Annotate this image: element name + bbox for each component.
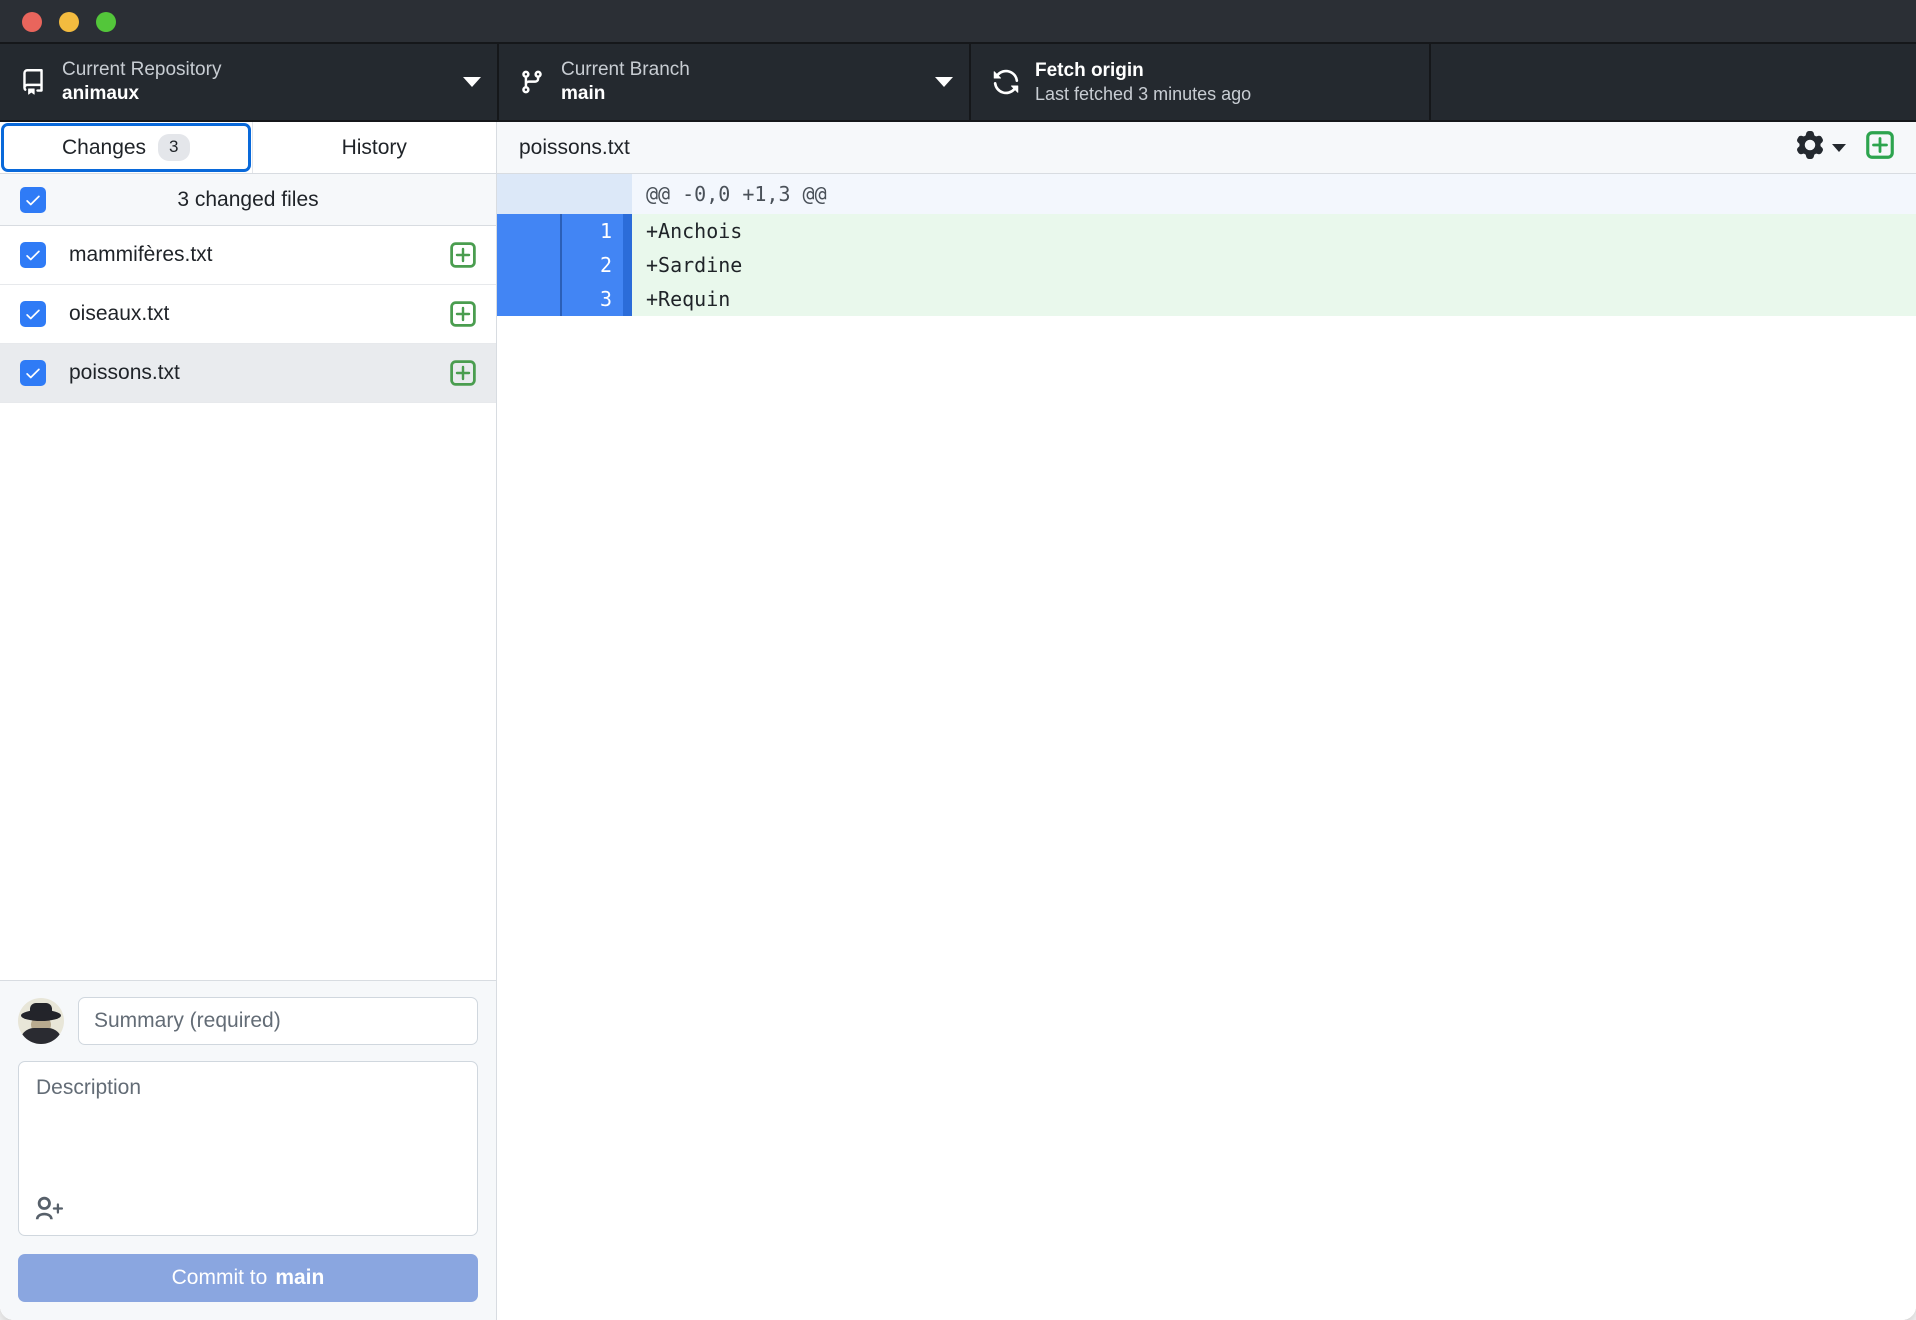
git-branch-icon: [517, 67, 547, 97]
current-repository-label: Current Repository: [62, 59, 222, 81]
tab-history[interactable]: History: [251, 122, 496, 173]
line-number-new: 1: [560, 214, 623, 248]
hunk-edge: [623, 174, 632, 214]
maximize-window-button[interactable]: [96, 12, 116, 32]
traffic-lights: [22, 12, 116, 32]
line-edge: [623, 282, 632, 316]
commit-description-box: [18, 1061, 478, 1236]
current-branch-button[interactable]: Current Branch main: [497, 44, 969, 120]
line-number-old: [497, 214, 560, 248]
line-number-new: 3: [560, 282, 623, 316]
fetch-origin-subtitle: Last fetched 3 minutes ago: [1035, 83, 1252, 104]
current-branch-label: Current Branch: [561, 59, 690, 81]
line-text: +Requin: [632, 282, 1916, 316]
file-row-mammiferes[interactable]: mammifères.txt: [0, 226, 496, 285]
commit-form: Commit to main: [0, 980, 496, 1320]
commit-to-branch-button[interactable]: Commit to main: [18, 1254, 478, 1302]
fetch-origin-title: Fetch origin: [1035, 59, 1144, 81]
diff-content: @@ -0,0 +1,3 @@ 1 +Anchois 2 +Sardine 3 …: [497, 174, 1916, 1320]
changed-file-list: mammifères.txt oiseaux.txt poissons.txt: [0, 226, 496, 980]
select-all-checkbox[interactable]: [20, 186, 46, 213]
diff-line-row[interactable]: 1 +Anchois: [497, 214, 1916, 248]
minimize-window-button[interactable]: [59, 12, 79, 32]
chevron-down-icon: [463, 77, 481, 87]
commit-button-branch: main: [275, 1266, 325, 1289]
file-row-oiseaux[interactable]: oiseaux.txt: [0, 285, 496, 344]
file-added-icon: [450, 301, 476, 327]
file-checkbox[interactable]: [20, 301, 46, 327]
add-person-icon[interactable]: [32, 1191, 66, 1225]
diff-file-name: poissons.txt: [519, 135, 630, 159]
line-number-new: 2: [560, 248, 623, 282]
diff-line-row[interactable]: 2 +Sardine: [497, 248, 1916, 282]
current-repository-value: animaux: [62, 83, 140, 104]
changed-files-header: 3 changed files: [0, 174, 496, 226]
file-name-label: oiseaux.txt: [69, 302, 170, 325]
line-number-old: [497, 282, 560, 316]
diff-line-row[interactable]: 3 +Requin: [497, 282, 1916, 316]
file-checkbox[interactable]: [20, 360, 46, 386]
file-checkbox[interactable]: [20, 242, 46, 268]
current-branch-value: main: [561, 83, 606, 104]
hunk-header-text: @@ -0,0 +1,3 @@: [632, 174, 1916, 214]
tab-changes-label: Changes: [61, 135, 147, 159]
close-window-button[interactable]: [22, 12, 42, 32]
sidebar-tabs: Changes 3 History: [0, 122, 496, 174]
diff-panel: poissons.txt @@ -0,0 +1,3 @@ 1 +Anchois …: [497, 122, 1916, 1320]
line-text: +Sardine: [632, 248, 1916, 282]
file-name-label: mammifères.txt: [69, 243, 213, 266]
gear-icon: [1796, 131, 1824, 164]
plus-square-icon: [1866, 131, 1894, 164]
line-text: +Anchois: [632, 214, 1916, 248]
changed-files-count-label: 3 changed files: [177, 187, 319, 211]
tab-changes-count: 3: [158, 134, 190, 161]
commit-description-input[interactable]: [34, 1074, 462, 1174]
github-desktop-window: Current Repository animaux Current Branc…: [0, 0, 1916, 1320]
main-body: Changes 3 History 3 changed files mammif…: [0, 122, 1916, 1320]
avatar: [18, 998, 64, 1044]
commit-summary-input[interactable]: [78, 997, 478, 1045]
changes-sidebar: Changes 3 History 3 changed files mammif…: [0, 122, 497, 1320]
title-bar: [0, 0, 1916, 44]
commit-summary-row: [18, 997, 478, 1045]
current-repository-button[interactable]: Current Repository animaux: [0, 44, 497, 120]
toolbar-spacer: [1429, 44, 1916, 120]
expand-diff-button[interactable]: [1866, 131, 1894, 164]
diff-header: poissons.txt: [497, 122, 1916, 174]
line-edge: [623, 214, 632, 248]
main-toolbar: Current Repository animaux Current Branc…: [0, 44, 1916, 122]
hunk-gutter-new: [560, 174, 623, 214]
fetch-origin-button[interactable]: Fetch origin Last fetched 3 minutes ago: [969, 44, 1429, 120]
repo-icon: [18, 67, 48, 97]
diff-hunk-header-row: @@ -0,0 +1,3 @@: [497, 174, 1916, 214]
diff-options-button[interactable]: [1796, 131, 1846, 164]
commit-button-prefix: Commit to: [171, 1266, 268, 1289]
file-added-icon: [450, 242, 476, 268]
file-added-icon: [450, 360, 476, 386]
hunk-gutter-old: [497, 174, 560, 214]
chevron-down-icon: [935, 77, 953, 87]
file-name-label: poissons.txt: [69, 361, 180, 384]
tab-changes[interactable]: Changes 3: [1, 123, 251, 172]
chevron-down-icon: [1832, 143, 1846, 152]
line-number-old: [497, 248, 560, 282]
tab-history-label: History: [341, 135, 407, 159]
sync-icon: [991, 67, 1021, 97]
file-row-poissons[interactable]: poissons.txt: [0, 344, 496, 403]
line-edge: [623, 248, 632, 282]
